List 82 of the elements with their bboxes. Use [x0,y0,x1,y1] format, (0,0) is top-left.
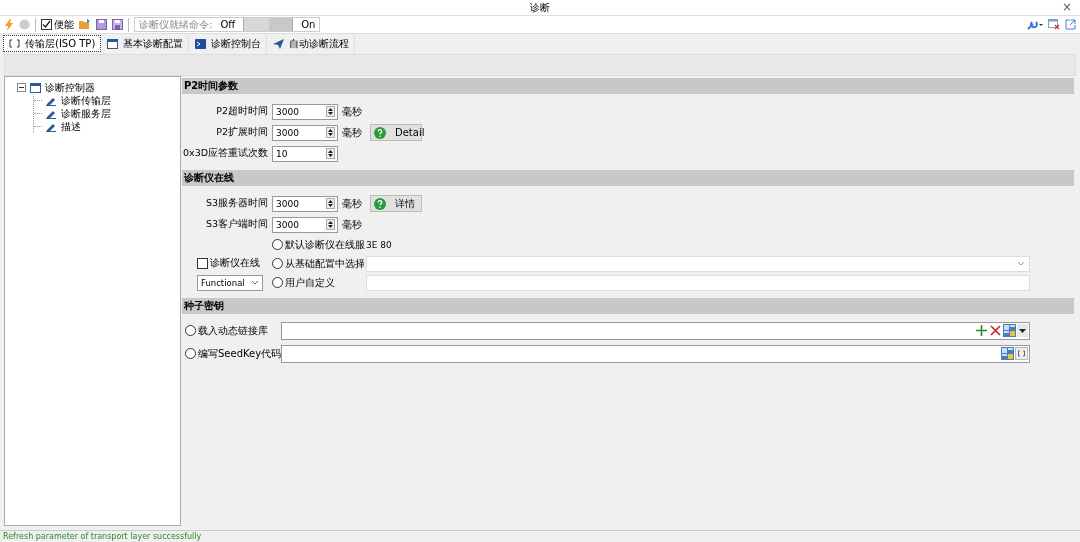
radio-button[interactable] [272,239,283,250]
path-field[interactable] [281,321,1030,340]
wrench-icon[interactable] [1027,19,1043,30]
radio-button[interactable] [272,258,283,269]
detail-button[interactable]: Detail [370,124,422,141]
unit-label: 毫秒 [342,196,363,211]
number-field[interactable]: 3000 [272,124,338,141]
close-button[interactable]: × [1061,0,1072,14]
number-field[interactable]: 10 [272,145,338,162]
option-label: 编写SeedKey代码 [198,346,282,361]
off-label: Off [220,19,236,30]
number-field[interactable]: 3000 [272,216,338,233]
enable-label: 便能 [54,17,74,32]
toggle-switch[interactable] [243,18,294,31]
radio-button[interactable] [185,348,196,359]
tab[interactable]: 基本诊断配置 [101,35,190,52]
add-icon[interactable] [975,324,988,337]
unit-label: 毫秒 [342,217,363,232]
save-icon[interactable] [96,19,107,30]
unit-label: 毫秒 [342,125,363,140]
field-label: P2超时时间 [215,105,268,118]
pencil-icon [46,108,57,119]
spin-arrows-icon[interactable] [326,219,335,230]
ready-command-label: 诊断仪就绪命令: [139,17,213,32]
window-close-icon[interactable] [1048,19,1060,30]
bracket-icon[interactable] [1015,347,1028,360]
number-field[interactable]: 3000 [272,103,338,120]
tree-item[interactable]: 诊断传输层 [61,93,111,108]
pencil-icon [46,121,57,132]
window-icon [107,38,119,49]
spin-arrows-icon[interactable] [326,106,335,117]
caret-icon[interactable] [1017,324,1028,337]
spin-arrows-icon[interactable] [326,198,335,209]
window-icon [30,82,41,93]
save-as-icon[interactable] [112,19,123,30]
field-label: 0x3D应答重试次数 [182,147,268,160]
field-label: S3服务器时间 [204,197,268,210]
window-title: 诊断 [530,0,550,15]
section-header: 诊断仪在线 [182,170,1074,186]
folder-icon[interactable] [79,19,91,30]
radio-button[interactable] [272,277,283,288]
path-field[interactable] [281,344,1030,363]
field-label: P2扩展时间 [215,126,268,139]
export-icon[interactable] [1065,19,1076,30]
tree-item[interactable]: 描述 [61,119,81,134]
spin-arrows-icon[interactable] [326,148,335,159]
detail-button[interactable]: 详情 [370,195,422,212]
pencil-icon [46,95,57,106]
grid-icon[interactable] [1001,347,1014,360]
section-header: P2时间参数 [182,78,1074,94]
tree-item[interactable]: 诊断控制器 [45,80,95,95]
help-icon [374,126,386,139]
delete-icon[interactable] [989,324,1002,337]
on-label: On [301,19,317,30]
collapse-icon[interactable] [17,83,26,92]
option-label: 从基础配置中选择 [285,256,365,271]
service-value: 3E 80 [366,239,393,250]
chevron-icon [251,280,259,285]
chevron-icon [1017,261,1025,266]
custom-input-field[interactable] [366,274,1030,291]
checkbox[interactable] [41,19,52,30]
unit-label: 毫秒 [342,104,363,119]
option-label: 载入动态链接库 [198,323,268,338]
tree-item[interactable]: 诊断服务层 [61,106,111,121]
tab[interactable]: 诊断控制台 [189,35,268,52]
section-header: 种子密钥 [182,298,1074,314]
status-message: Refresh parameter of transport layer successfully [3,531,202,542]
spin-arrows-icon[interactable] [326,127,335,138]
radio-button[interactable] [185,325,196,336]
mode-dropdown[interactable]: Functional [197,274,263,291]
option-label: 默认诊断仪在线服 [285,237,365,252]
checkbox[interactable] [197,257,208,269]
tab[interactable]: 自动诊断流程 [267,35,356,52]
tab[interactable]: 传输层(ISO TP) [3,35,102,52]
bracket-icon [9,39,20,48]
option-label: 用户自定义 [285,275,335,290]
online-label: 诊断仪在线 [210,256,260,271]
console-icon [195,38,207,49]
field-label: S3客户端时间 [204,218,268,231]
paper-plane-icon [273,38,285,49]
number-field[interactable]: 3000 [272,195,338,212]
help-icon [374,197,386,210]
